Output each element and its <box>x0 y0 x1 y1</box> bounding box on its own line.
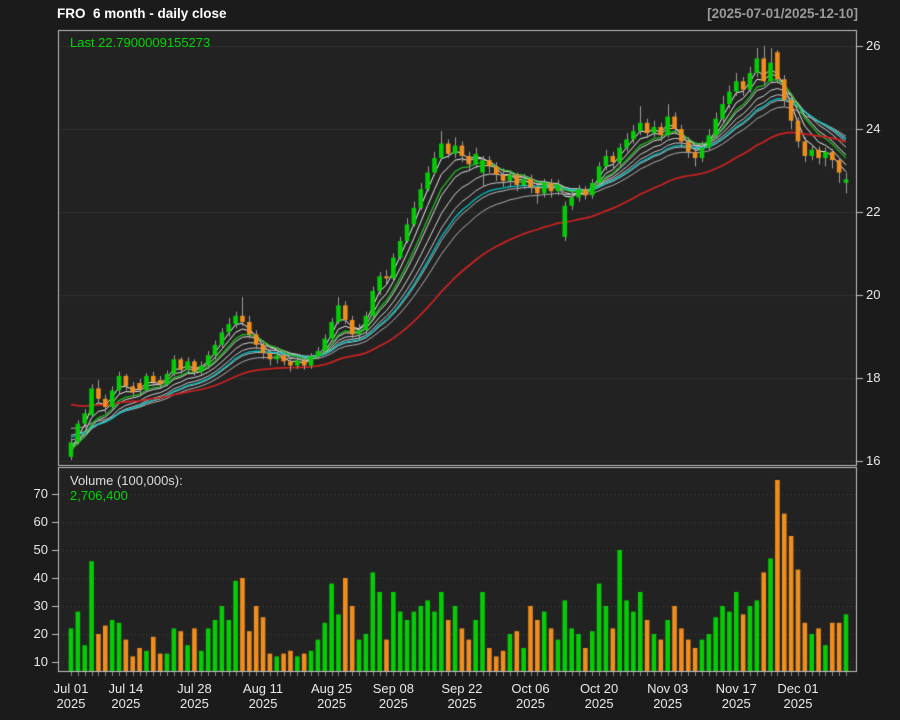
volume-tick-label: 30 <box>18 598 48 613</box>
price-tick-label: 18 <box>866 370 880 385</box>
x-axis-date-label: Oct 202025 <box>567 681 631 711</box>
date-range-label: [2025-07-01/2025-12-10] <box>707 6 858 21</box>
x-axis-date-label: Sep 222025 <box>430 681 494 711</box>
x-axis-date-label: Jul 282025 <box>162 681 226 711</box>
x-axis-date-label: Nov 032025 <box>636 681 700 711</box>
x-axis-date-label: Oct 062025 <box>499 681 563 711</box>
last-price-label: Last 22.7900009155273 <box>70 35 210 50</box>
price-volume-chart-canvas <box>0 0 900 720</box>
x-axis-date-label: Nov 172025 <box>704 681 768 711</box>
chart-title: FRO 6 month - daily close <box>57 6 227 21</box>
volume-tick-label: 20 <box>18 626 48 641</box>
volume-axis-title: Volume (100,000s): <box>70 473 183 488</box>
price-tick-label: 16 <box>866 453 880 468</box>
price-tick-label: 26 <box>866 38 880 53</box>
x-axis-date-label: Dec 012025 <box>766 681 830 711</box>
price-tick-label: 20 <box>866 287 880 302</box>
price-tick-label: 24 <box>866 121 880 136</box>
x-axis-date-label: Sep 082025 <box>361 681 425 711</box>
stock-chart-window: FRO 6 month - daily close [2025-07-01/20… <box>0 0 900 720</box>
volume-tick-label: 70 <box>18 486 48 501</box>
volume-last-value: 2,706,400 <box>70 488 128 503</box>
volume-tick-label: 40 <box>18 570 48 585</box>
x-axis-date-label: Aug 112025 <box>231 681 295 711</box>
x-axis-date-label: Aug 252025 <box>300 681 364 711</box>
price-tick-label: 22 <box>866 204 880 219</box>
x-axis-date-label: Jul 142025 <box>94 681 158 711</box>
volume-tick-label: 50 <box>18 542 48 557</box>
volume-tick-label: 60 <box>18 514 48 529</box>
volume-tick-label: 10 <box>18 654 48 669</box>
